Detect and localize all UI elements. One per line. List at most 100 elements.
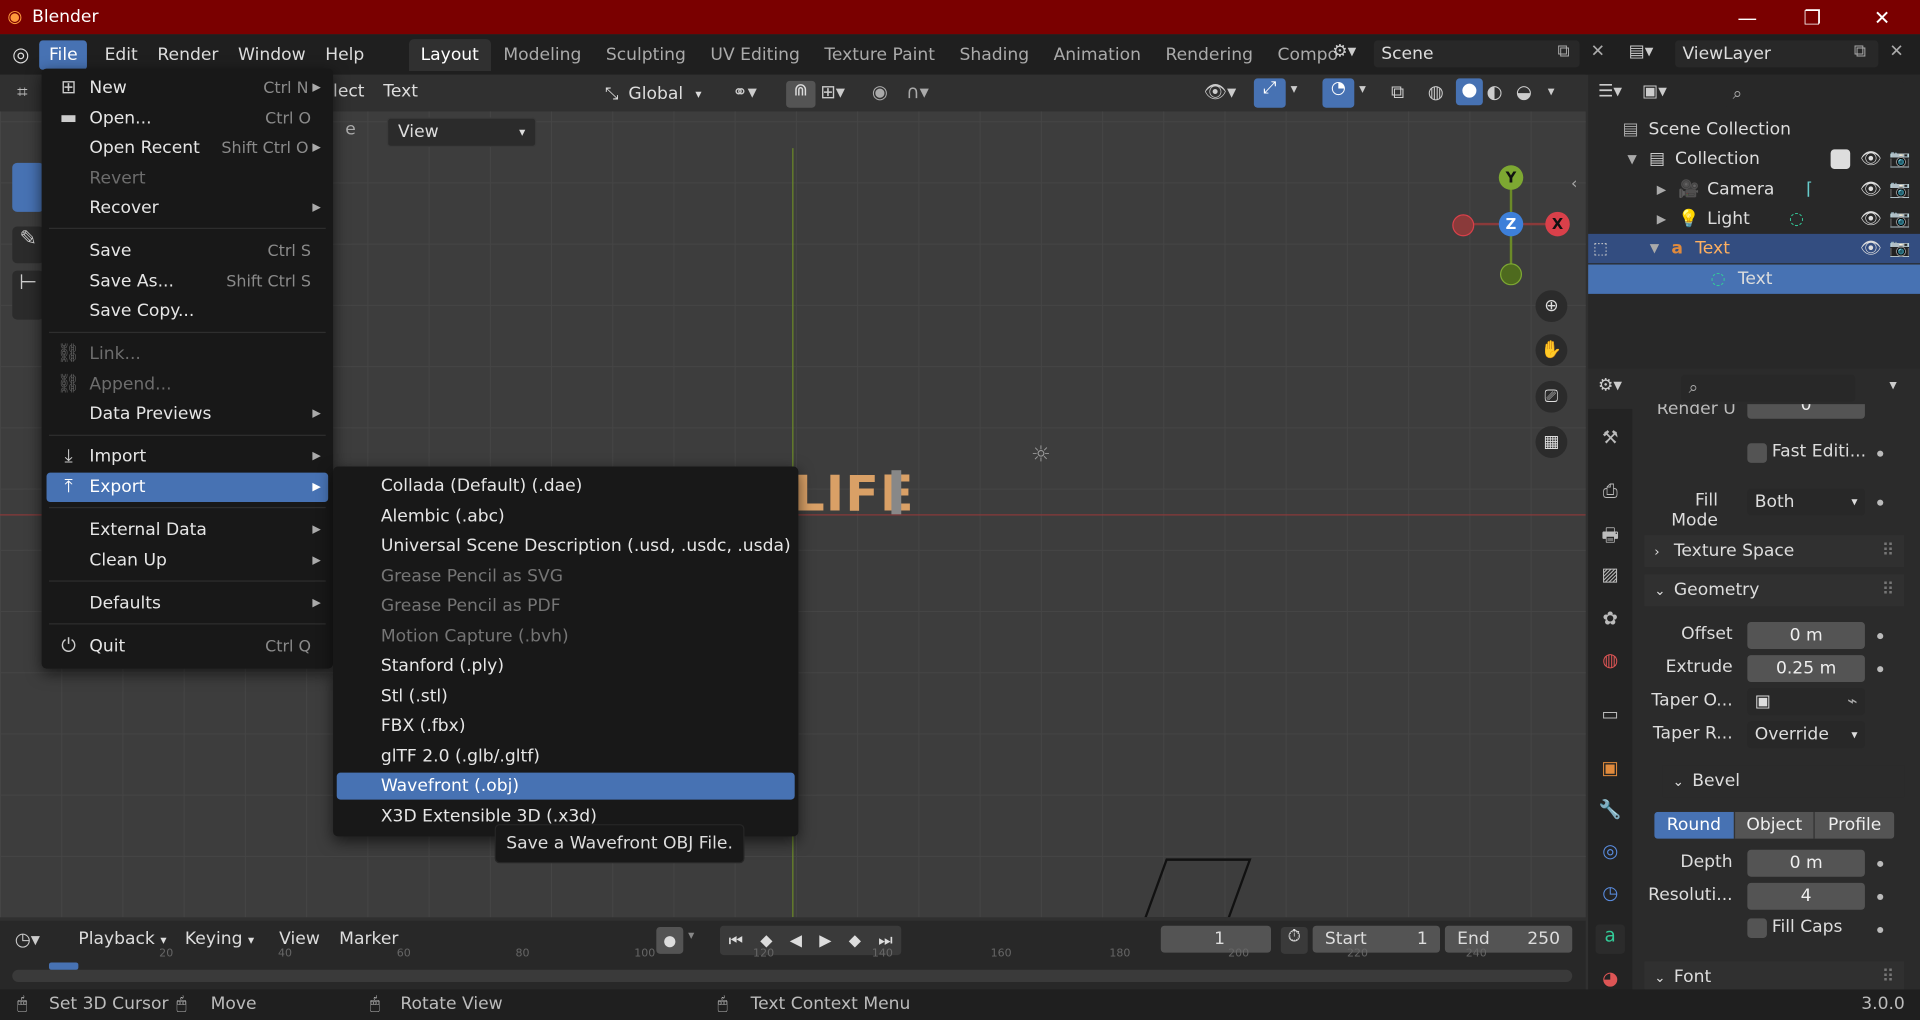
expand-camera-icon[interactable]: ▶ [1657, 183, 1666, 196]
depth-field[interactable]: 0 m [1747, 849, 1865, 877]
camera-render-icon[interactable]: 📷 [1889, 180, 1910, 200]
collection-tab-icon[interactable]: ▭ [1596, 703, 1625, 732]
menu-item-save[interactable]: Save Ctrl S [47, 236, 329, 265]
measure-tool-icon[interactable]: ⊢ [12, 270, 45, 320]
timeline-scrollbar[interactable] [12, 969, 1573, 983]
overlay-dropdown-icon[interactable]: ▾ [1359, 81, 1366, 97]
taper-radius-dropdown[interactable]: Override ▾ [1747, 721, 1865, 749]
close-button[interactable]: ✕ [1854, 0, 1910, 34]
menu-file[interactable]: File [39, 39, 88, 70]
marker-menu[interactable]: Marker [339, 929, 398, 949]
minimize-button[interactable]: — [1719, 0, 1775, 34]
pivot-icon[interactable]: ⚭▾ [732, 81, 757, 103]
modifier-tab-icon[interactable]: 🔧 [1596, 798, 1625, 827]
menu-select[interactable]: lect [333, 82, 364, 102]
geometry-drag-handle-icon[interactable]: ⠿ [1882, 580, 1895, 600]
zoom-icon[interactable]: ⊕ [1535, 290, 1568, 323]
annotate-tool-icon[interactable]: ✎ [12, 226, 45, 264]
export-item[interactable]: glTF 2.0 (.glb/.gltf) [337, 743, 795, 770]
export-item[interactable]: Universal Scene Description (.usd, .usdc… [337, 533, 795, 560]
menu-item-open[interactable]: ▬ Open... Ctrl O [47, 104, 329, 133]
menu-help[interactable]: Help [315, 40, 374, 69]
new-scene-icon[interactable]: ⧉ [1558, 42, 1570, 62]
view-layer-tab-icon[interactable]: ▨ [1596, 563, 1625, 592]
light-icon[interactable]: ☼ [1031, 442, 1051, 468]
display-mode-icon[interactable]: ▣▾ [1642, 82, 1667, 102]
physics-tab-icon[interactable]: ◷ [1596, 882, 1625, 911]
camera-object[interactable] [1143, 858, 1252, 918]
camera-visibility-icon[interactable]: 👁 [1860, 180, 1882, 200]
export-item[interactable]: Alembic (.abc) [337, 503, 795, 530]
camera-data-icon[interactable]: ⌈ [1806, 180, 1813, 200]
tab-uv-editing[interactable]: UV Editing [698, 39, 812, 71]
menu-item-save-copy[interactable]: Save Copy... [47, 296, 329, 325]
overlay-toggle-icon[interactable]: ◔ [1322, 78, 1355, 108]
snap-target-icon[interactable]: ⊞▾ [820, 81, 845, 103]
offset-field[interactable]: 0 m [1747, 622, 1865, 649]
menu-item-revert[interactable]: Revert [47, 164, 329, 193]
data-tab-icon[interactable]: a [1595, 924, 1625, 954]
tool-tab-icon[interactable]: ⚒ [1596, 426, 1625, 455]
bevel-mode-round[interactable]: Round [1654, 811, 1734, 839]
next-keyframe-icon[interactable]: ◆ [849, 931, 861, 949]
world-tab-icon[interactable]: ◍ [1596, 649, 1625, 678]
menu-render[interactable]: Render [148, 40, 229, 69]
properties-options-icon[interactable]: ▾ [1889, 376, 1896, 393]
render-tab-icon[interactable]: ⎙ [1596, 480, 1625, 509]
proportional-edit-icon[interactable]: ◉ [872, 81, 888, 103]
gizmo-y[interactable]: Y [1498, 165, 1524, 190]
export-item[interactable]: Motion Capture (.bvh) [337, 623, 795, 650]
tab-layout[interactable]: Layout [408, 38, 492, 71]
export-item[interactable]: Wavefront (.obj) [336, 772, 795, 800]
blender-menu-icon[interactable]: ◎ [12, 43, 29, 66]
bevel-mode-profile[interactable]: Profile [1813, 811, 1895, 839]
menu-item-quit[interactable]: ⏻ Quit Ctrl Q [47, 632, 329, 661]
scene-icon[interactable]: ⚙▾ [1332, 42, 1369, 69]
fill-mode-dropdown[interactable]: Both ▾ [1747, 488, 1865, 516]
grid-view-icon[interactable]: ▦ [1535, 426, 1568, 458]
view-layer-selector[interactable]: ViewLayer [1675, 40, 1879, 68]
view-layer-icon[interactable]: ▤▾ [1629, 42, 1654, 62]
export-item[interactable]: Grease Pencil as SVG [337, 563, 795, 590]
resolution-field[interactable]: 4 [1747, 882, 1865, 910]
export-item[interactable]: Grease Pencil as PDF [337, 593, 795, 620]
collapse-sidebar-icon[interactable]: ‹ [1571, 175, 1577, 193]
render-u-field[interactable]: 0 [1747, 404, 1865, 419]
collection-visibility-icon[interactable]: 👁 [1860, 149, 1882, 169]
outliner-row-text[interactable]: ⬚ ▼ a Text 👁 📷 [1588, 233, 1920, 264]
menu-item-link[interactable]: ⛓ Link... [47, 339, 329, 368]
menu-item-external-data[interactable]: External Data ▶ [47, 516, 329, 545]
menu-item-clean-up[interactable]: Clean Up ▶ [47, 546, 329, 575]
tab-shading[interactable]: Shading [947, 39, 1041, 71]
start-frame-field[interactable]: Start 1 [1312, 925, 1441, 953]
maximize-button[interactable]: ❐ [1784, 0, 1840, 34]
export-item[interactable]: FBX (.fbx) [337, 713, 795, 740]
light-data-icon[interactable]: ◌ [1789, 209, 1804, 229]
editor-type-icon[interactable]: ⌗ [17, 81, 27, 103]
menu-text[interactable]: Text [383, 82, 418, 102]
bevel-mode-object[interactable]: Object [1733, 811, 1814, 839]
shading-dropdown-icon[interactable]: ▾ [1548, 83, 1555, 99]
tab-animation[interactable]: Animation [1041, 39, 1153, 71]
outliner-editor-type-icon[interactable]: ☰▾ [1598, 82, 1622, 102]
visibility-icon[interactable]: 👁▾ [1204, 81, 1237, 103]
menu-edit[interactable]: Edit [95, 40, 148, 69]
play-reverse-icon[interactable]: ◀ [790, 931, 802, 949]
snap-toggle-icon[interactable]: ⋒ [786, 80, 816, 108]
menu-item-append[interactable]: ⛓ Append... [47, 370, 329, 399]
play-icon[interactable]: ▶ [819, 931, 831, 949]
menu-item-open-recent[interactable]: Open Recent Shift Ctrl O ▶ [47, 133, 329, 162]
properties-editor-type-icon[interactable]: ⚙▾ [1598, 376, 1622, 396]
pan-hand-icon[interactable]: ✋ [1535, 334, 1568, 367]
eyedropper-icon[interactable]: ⌁ [1847, 692, 1857, 712]
output-tab-icon[interactable]: 🖶 [1596, 523, 1625, 552]
particles-tab-icon[interactable]: ◎ [1596, 840, 1625, 869]
gizmo-toggle-icon[interactable]: ⤢ [1253, 78, 1286, 108]
font-panel[interactable]: ⌄ Font ⠿ [1644, 961, 1905, 994]
tab-sculpting[interactable]: Sculpting [594, 39, 699, 71]
texture-space-panel[interactable]: › Texture Space ⠿ [1644, 535, 1905, 567]
export-item[interactable]: Stanford (.ply) [337, 653, 795, 680]
export-item[interactable]: Collada (Default) (.dae) [337, 473, 795, 500]
scene-selector[interactable]: Scene [1373, 40, 1580, 68]
bevel-panel[interactable]: ⌄ Bevel [1662, 765, 1905, 798]
